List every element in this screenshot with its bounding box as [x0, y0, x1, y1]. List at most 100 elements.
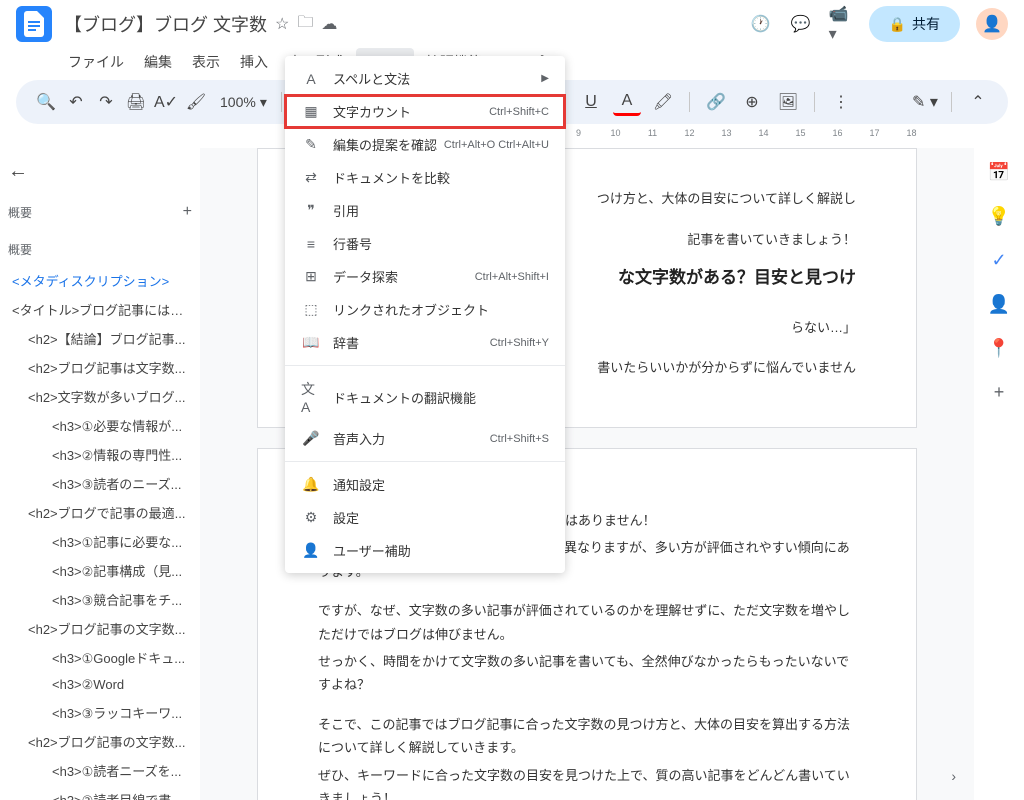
back-arrow-icon[interactable]: ←	[8, 160, 192, 183]
outline-item[interactable]: <h3>③読者のニーズ...	[8, 469, 192, 498]
contacts-icon[interactable]: 👤	[987, 292, 1011, 316]
outline-item[interactable]: <タイトル>ブログ記事には最...	[8, 295, 192, 324]
menu-file[interactable]: ファイル	[60, 48, 132, 76]
undo-icon[interactable]: ↶	[62, 88, 90, 116]
ruler-mark: 9	[560, 128, 597, 138]
dropdown-item-icon: ✎	[301, 136, 321, 153]
outline-item[interactable]: <h3>①Googleドキュ...	[8, 643, 192, 672]
dropdown-item[interactable]: ⬚リンクされたオブジェクト	[285, 293, 565, 326]
outline-item[interactable]: <h2>ブログ記事の文字数...	[8, 614, 192, 643]
outline-sidebar: ← 概要 + 概要 <メタディスクリプション><タイトル>ブログ記事には最...…	[0, 148, 200, 800]
dropdown-item[interactable]: 👤ユーザー補助	[285, 534, 565, 567]
dropdown-item-icon: 📖	[301, 334, 321, 351]
dropdown-item[interactable]: ▦文字カウントCtrl+Shift+C	[285, 95, 565, 128]
history-icon[interactable]: 🕐	[749, 12, 773, 36]
dropdown-item[interactable]: 文Aドキュメントの翻訳機能	[285, 372, 565, 422]
outline-item[interactable]: <h3>③ラッコキーワ...	[8, 698, 192, 727]
comment-icon[interactable]: 💬	[789, 12, 813, 36]
menu-view[interactable]: 表示	[184, 48, 228, 76]
menu-edit[interactable]: 編集	[136, 48, 180, 76]
highlight-icon[interactable]: 🖍	[649, 88, 677, 116]
link-icon[interactable]: 🔗	[702, 88, 730, 116]
ruler-mark: 18	[893, 128, 930, 138]
spellcheck-icon[interactable]: A✓	[152, 88, 180, 116]
dropdown-item[interactable]: ≡行番号	[285, 227, 565, 260]
dropdown-item[interactable]: Aスペルと文法▶	[285, 62, 565, 95]
dropdown-item-label: 編集の提案を確認	[333, 135, 444, 154]
more-icon[interactable]: ⋮	[827, 88, 855, 116]
paint-format-icon[interactable]: 🖌	[182, 88, 210, 116]
dropdown-item-label: 辞書	[333, 333, 490, 352]
outline-item[interactable]: <h3>①読者ニーズを...	[8, 756, 192, 785]
image-icon[interactable]: 🖼	[774, 88, 802, 116]
star-icon[interactable]: ☆	[275, 14, 289, 34]
add-comment-icon[interactable]: ⊕	[738, 88, 766, 116]
dropdown-item[interactable]: 📖 辞書Ctrl+Shift+Y	[285, 326, 565, 359]
dropdown-item-icon: 🎤	[301, 430, 321, 447]
underline-icon[interactable]: U	[577, 88, 605, 116]
paragraph: ぜひ、キーワードに合った文字数の目安を見つけた上で、質の高い記事をどんどん書いて…	[318, 764, 856, 800]
print-icon[interactable]: 🖨	[122, 88, 150, 116]
text-color-icon[interactable]: A	[613, 88, 641, 116]
dropdown-item-label: 音声入力	[333, 429, 490, 448]
dropdown-item[interactable]: ⇄ドキュメントを比較	[285, 161, 565, 194]
outline-item[interactable]: <h3>②Word	[8, 672, 192, 698]
dropdown-shortcut: Ctrl+Shift+S	[490, 433, 549, 445]
add-addon-icon[interactable]: +	[987, 380, 1011, 404]
dropdown-item-label: 文字カウント	[333, 102, 489, 121]
avatar[interactable]: 👤	[976, 8, 1008, 40]
outline-item[interactable]: <h3>③競合記事をチ...	[8, 585, 192, 614]
cloud-icon[interactable]: ☁	[321, 14, 337, 34]
outline-item[interactable]: <h3>①必要な情報が...	[8, 411, 192, 440]
calendar-icon[interactable]: 📅	[987, 160, 1011, 184]
dropdown-item-icon: ⚙	[301, 509, 321, 526]
outline-item[interactable]: <h3>②読者目線で書...	[8, 785, 192, 800]
outline-item[interactable]: <h2>文字数が多いブログ...	[8, 382, 192, 411]
outline-item[interactable]: <h3>①記事に必要な...	[8, 527, 192, 556]
outline-item[interactable]: <h2>ブログ記事は文字数...	[8, 353, 192, 382]
collapse-icon[interactable]: ⌃	[964, 88, 992, 116]
ruler-mark: 17	[856, 128, 893, 138]
header: 【ブログ】ブログ 文字数 ☆ 🗀 ☁ 🕐 💬 📹▾ 🔒 共有 👤	[0, 0, 1024, 48]
ruler-mark: 15	[782, 128, 819, 138]
outline-item[interactable]: <h3>②記事構成（見...	[8, 556, 192, 585]
redo-icon[interactable]: ↷	[92, 88, 120, 116]
dropdown-item-icon: ❞	[301, 202, 321, 219]
dropdown-item-label: ドキュメントを比較	[333, 168, 549, 187]
menu-insert[interactable]: 挿入	[232, 48, 276, 76]
outline-item[interactable]: <h2>ブログ記事の文字数...	[8, 727, 192, 756]
tools-dropdown: Aスペルと文法▶▦文字カウントCtrl+Shift+C ✎ 編集の提案を確認 Ctrl…	[285, 56, 565, 573]
video-icon[interactable]: 📹▾	[829, 12, 853, 36]
docs-logo[interactable]	[16, 6, 52, 42]
outline-item[interactable]: <h2>ブログで記事の最適...	[8, 498, 192, 527]
edit-mode-icon[interactable]: ✎ ▾	[911, 88, 939, 116]
dropdown-item[interactable]: 🎤 音声入力Ctrl+Shift+S	[285, 422, 565, 455]
maps-icon[interactable]: 📍	[987, 336, 1011, 360]
ruler-mark: 14	[745, 128, 782, 138]
move-icon[interactable]: 🗀	[297, 11, 313, 38]
add-outline-icon[interactable]: +	[183, 203, 192, 221]
dropdown-item[interactable]: ❞引用	[285, 194, 565, 227]
dropdown-shortcut: Ctrl+Shift+Y	[490, 337, 549, 349]
scroll-right-icon[interactable]: ›	[951, 768, 956, 784]
dropdown-item[interactable]: ⊞データ探索Ctrl+Alt+Shift+I	[285, 260, 565, 293]
dropdown-item[interactable]: 🔔通知設定	[285, 468, 565, 501]
dropdown-shortcut: Ctrl+Alt+Shift+I	[475, 271, 549, 283]
lock-icon: 🔒	[889, 16, 906, 33]
dropdown-item[interactable]: ⚙設定	[285, 501, 565, 534]
outline-item[interactable]: <h2>【結論】ブログ記事...	[8, 324, 192, 353]
share-button[interactable]: 🔒 共有	[869, 6, 960, 42]
divider	[814, 92, 815, 112]
dropdown-item-label: 行番号	[333, 234, 549, 253]
outline-item[interactable]: <h3>②情報の専門性...	[8, 440, 192, 469]
title-area: 【ブログ】ブログ 文字数 ☆ 🗀 ☁	[64, 11, 749, 38]
keep-icon[interactable]: 💡	[987, 204, 1011, 228]
search-icon[interactable]: 🔍	[32, 88, 60, 116]
tasks-icon[interactable]: ✓	[987, 248, 1011, 272]
zoom-selector[interactable]: 100% ▾	[212, 94, 275, 111]
dropdown-item[interactable]: ✎編集の提案を確認Ctrl+Alt+O Ctrl+Alt+U	[285, 128, 565, 161]
chevron-right-icon: ▶	[541, 73, 549, 84]
outline-item[interactable]: <メタディスクリプション>	[8, 266, 192, 295]
dropdown-item-icon: 🔔	[301, 476, 321, 493]
document-title[interactable]: 【ブログ】ブログ 文字数	[64, 11, 267, 37]
